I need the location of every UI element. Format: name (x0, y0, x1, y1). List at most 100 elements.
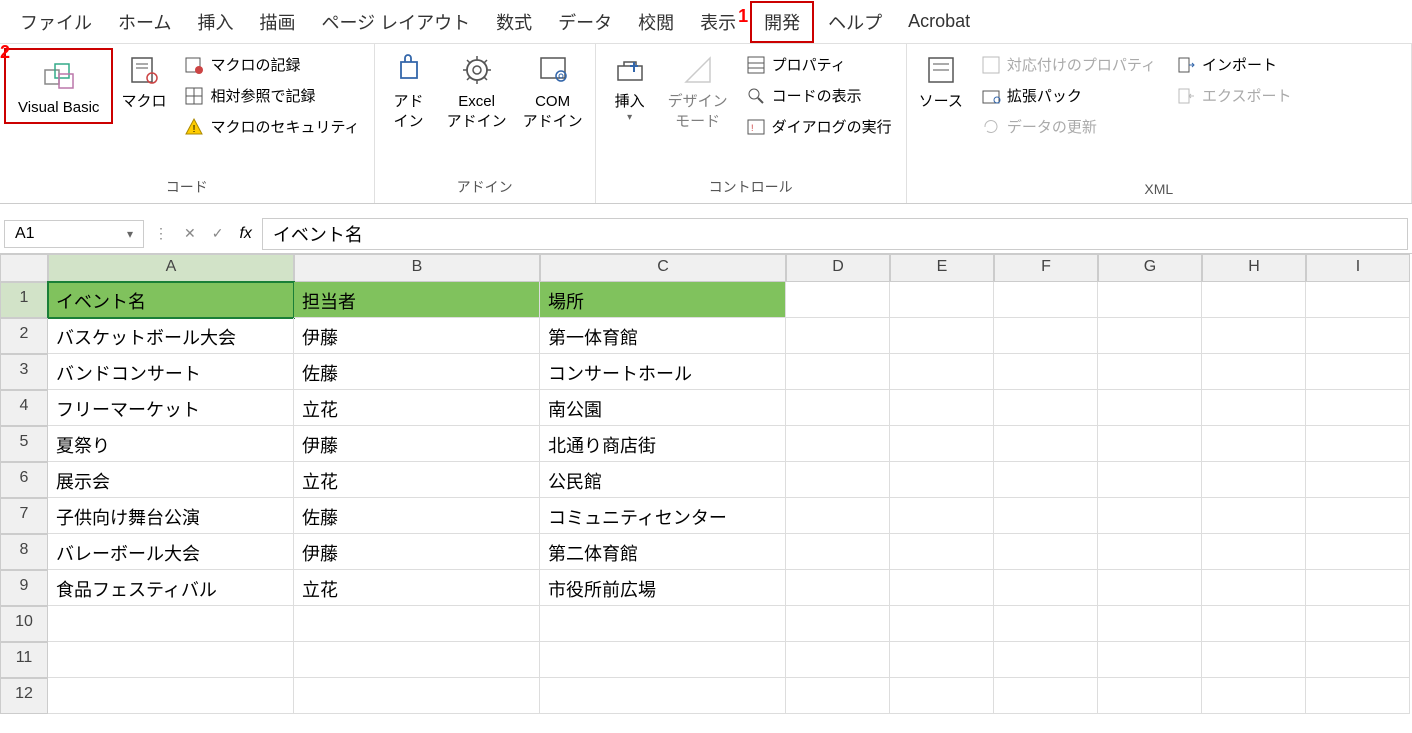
cell[interactable] (890, 678, 994, 714)
cell[interactable] (1202, 642, 1306, 678)
cell[interactable]: イベント名 (48, 282, 294, 318)
row-header[interactable]: 9 (0, 570, 48, 606)
macros-button[interactable]: マクロ (113, 48, 174, 116)
cell[interactable]: 食品フェスティバル (48, 570, 294, 606)
cell[interactable] (540, 606, 786, 642)
cell[interactable]: 公民館 (540, 462, 786, 498)
cell[interactable] (1098, 426, 1202, 462)
row-header[interactable]: 2 (0, 318, 48, 354)
menu-formulas[interactable]: 数式 (484, 3, 544, 41)
cell[interactable]: 夏祭り (48, 426, 294, 462)
cell[interactable] (786, 606, 890, 642)
menu-draw[interactable]: 描画 (247, 3, 307, 41)
confirm-icon[interactable]: ✓ (206, 221, 230, 246)
cell[interactable]: 伊藤 (294, 318, 540, 354)
column-header[interactable]: I (1306, 254, 1410, 282)
cell[interactable]: 立花 (294, 462, 540, 498)
column-header[interactable]: A (48, 254, 294, 282)
import-button[interactable]: インポート (1172, 52, 1296, 77)
cell[interactable] (1098, 318, 1202, 354)
spreadsheet-grid[interactable]: ABCDEFGHI1イベント名担当者場所2バスケットボール大会伊藤第一体育館3バ… (0, 254, 1412, 714)
cell[interactable] (1098, 498, 1202, 534)
cell[interactable] (1098, 354, 1202, 390)
cell[interactable] (890, 606, 994, 642)
menu-file[interactable]: ファイル (8, 3, 104, 41)
row-header[interactable]: 6 (0, 462, 48, 498)
cell[interactable] (786, 318, 890, 354)
row-header[interactable]: 1 (0, 282, 48, 318)
cell[interactable]: 展示会 (48, 462, 294, 498)
cell[interactable] (1306, 570, 1410, 606)
cell[interactable] (540, 642, 786, 678)
cell[interactable] (294, 642, 540, 678)
cell[interactable]: 第一体育館 (540, 318, 786, 354)
cell[interactable] (1098, 642, 1202, 678)
cell[interactable] (1098, 462, 1202, 498)
cell[interactable] (1202, 426, 1306, 462)
expansion-pack-button[interactable]: 拡張パック (977, 83, 1160, 108)
cell[interactable] (786, 282, 890, 318)
row-header[interactable]: 7 (0, 498, 48, 534)
column-header[interactable]: D (786, 254, 890, 282)
cell[interactable] (1306, 426, 1410, 462)
cell[interactable] (994, 570, 1098, 606)
cell[interactable]: 場所 (540, 282, 786, 318)
fx-icon[interactable]: fx (233, 225, 257, 243)
cell[interactable] (1202, 498, 1306, 534)
properties-button[interactable]: プロパティ (742, 52, 896, 77)
cell[interactable] (1202, 318, 1306, 354)
visual-basic-button[interactable]: Visual Basic (10, 54, 107, 122)
cell[interactable] (1306, 354, 1410, 390)
cell[interactable] (994, 282, 1098, 318)
cell[interactable] (890, 354, 994, 390)
cell[interactable] (786, 534, 890, 570)
cell[interactable] (786, 498, 890, 534)
cell[interactable] (294, 678, 540, 714)
cell[interactable] (890, 534, 994, 570)
cell[interactable] (540, 678, 786, 714)
formula-input[interactable] (262, 218, 1408, 250)
cell[interactable] (1202, 462, 1306, 498)
record-macro-button[interactable]: マクロの記録 (180, 52, 363, 77)
cell[interactable]: バンドコンサート (48, 354, 294, 390)
chevron-down-icon[interactable]: ▾ (127, 227, 133, 241)
cell[interactable] (890, 498, 994, 534)
row-header[interactable]: 8 (0, 534, 48, 570)
menu-insert[interactable]: 挿入 (185, 3, 245, 41)
cancel-icon[interactable]: ✕ (178, 221, 202, 246)
menu-data[interactable]: データ (546, 3, 624, 41)
cell[interactable]: 伊藤 (294, 534, 540, 570)
cell[interactable] (994, 642, 1098, 678)
row-header[interactable]: 12 (0, 678, 48, 714)
cell[interactable]: 担当者 (294, 282, 540, 318)
cell[interactable] (890, 318, 994, 354)
cell[interactable]: コンサートホール (540, 354, 786, 390)
cell[interactable] (1098, 570, 1202, 606)
cell[interactable] (1202, 282, 1306, 318)
cell[interactable]: 佐藤 (294, 354, 540, 390)
cell[interactable] (1098, 282, 1202, 318)
cell[interactable]: 南公園 (540, 390, 786, 426)
cell[interactable] (786, 426, 890, 462)
name-box[interactable]: A1 ▾ (4, 220, 144, 248)
cell[interactable] (1306, 498, 1410, 534)
cell[interactable] (1098, 606, 1202, 642)
insert-control-button[interactable]: 挿入 ▾ (600, 48, 660, 127)
menu-page-layout[interactable]: ページ レイアウト (309, 3, 482, 41)
cell[interactable] (1202, 606, 1306, 642)
row-header[interactable]: 5 (0, 426, 48, 462)
column-header[interactable]: H (1202, 254, 1306, 282)
addin-button[interactable]: アド イン (379, 48, 439, 135)
cell[interactable] (1202, 390, 1306, 426)
cell[interactable] (1202, 570, 1306, 606)
cell[interactable] (1306, 606, 1410, 642)
excel-addin-button[interactable]: Excel アドイン (439, 48, 515, 135)
cell[interactable]: 子供向け舞台公演 (48, 498, 294, 534)
run-dialog-button[interactable]: ! ダイアログの実行 (742, 114, 896, 139)
cell[interactable] (786, 390, 890, 426)
menu-home[interactable]: ホーム (106, 3, 183, 41)
cell[interactable] (1098, 390, 1202, 426)
column-header[interactable]: F (994, 254, 1098, 282)
cell[interactable] (994, 678, 1098, 714)
cell[interactable] (1306, 390, 1410, 426)
